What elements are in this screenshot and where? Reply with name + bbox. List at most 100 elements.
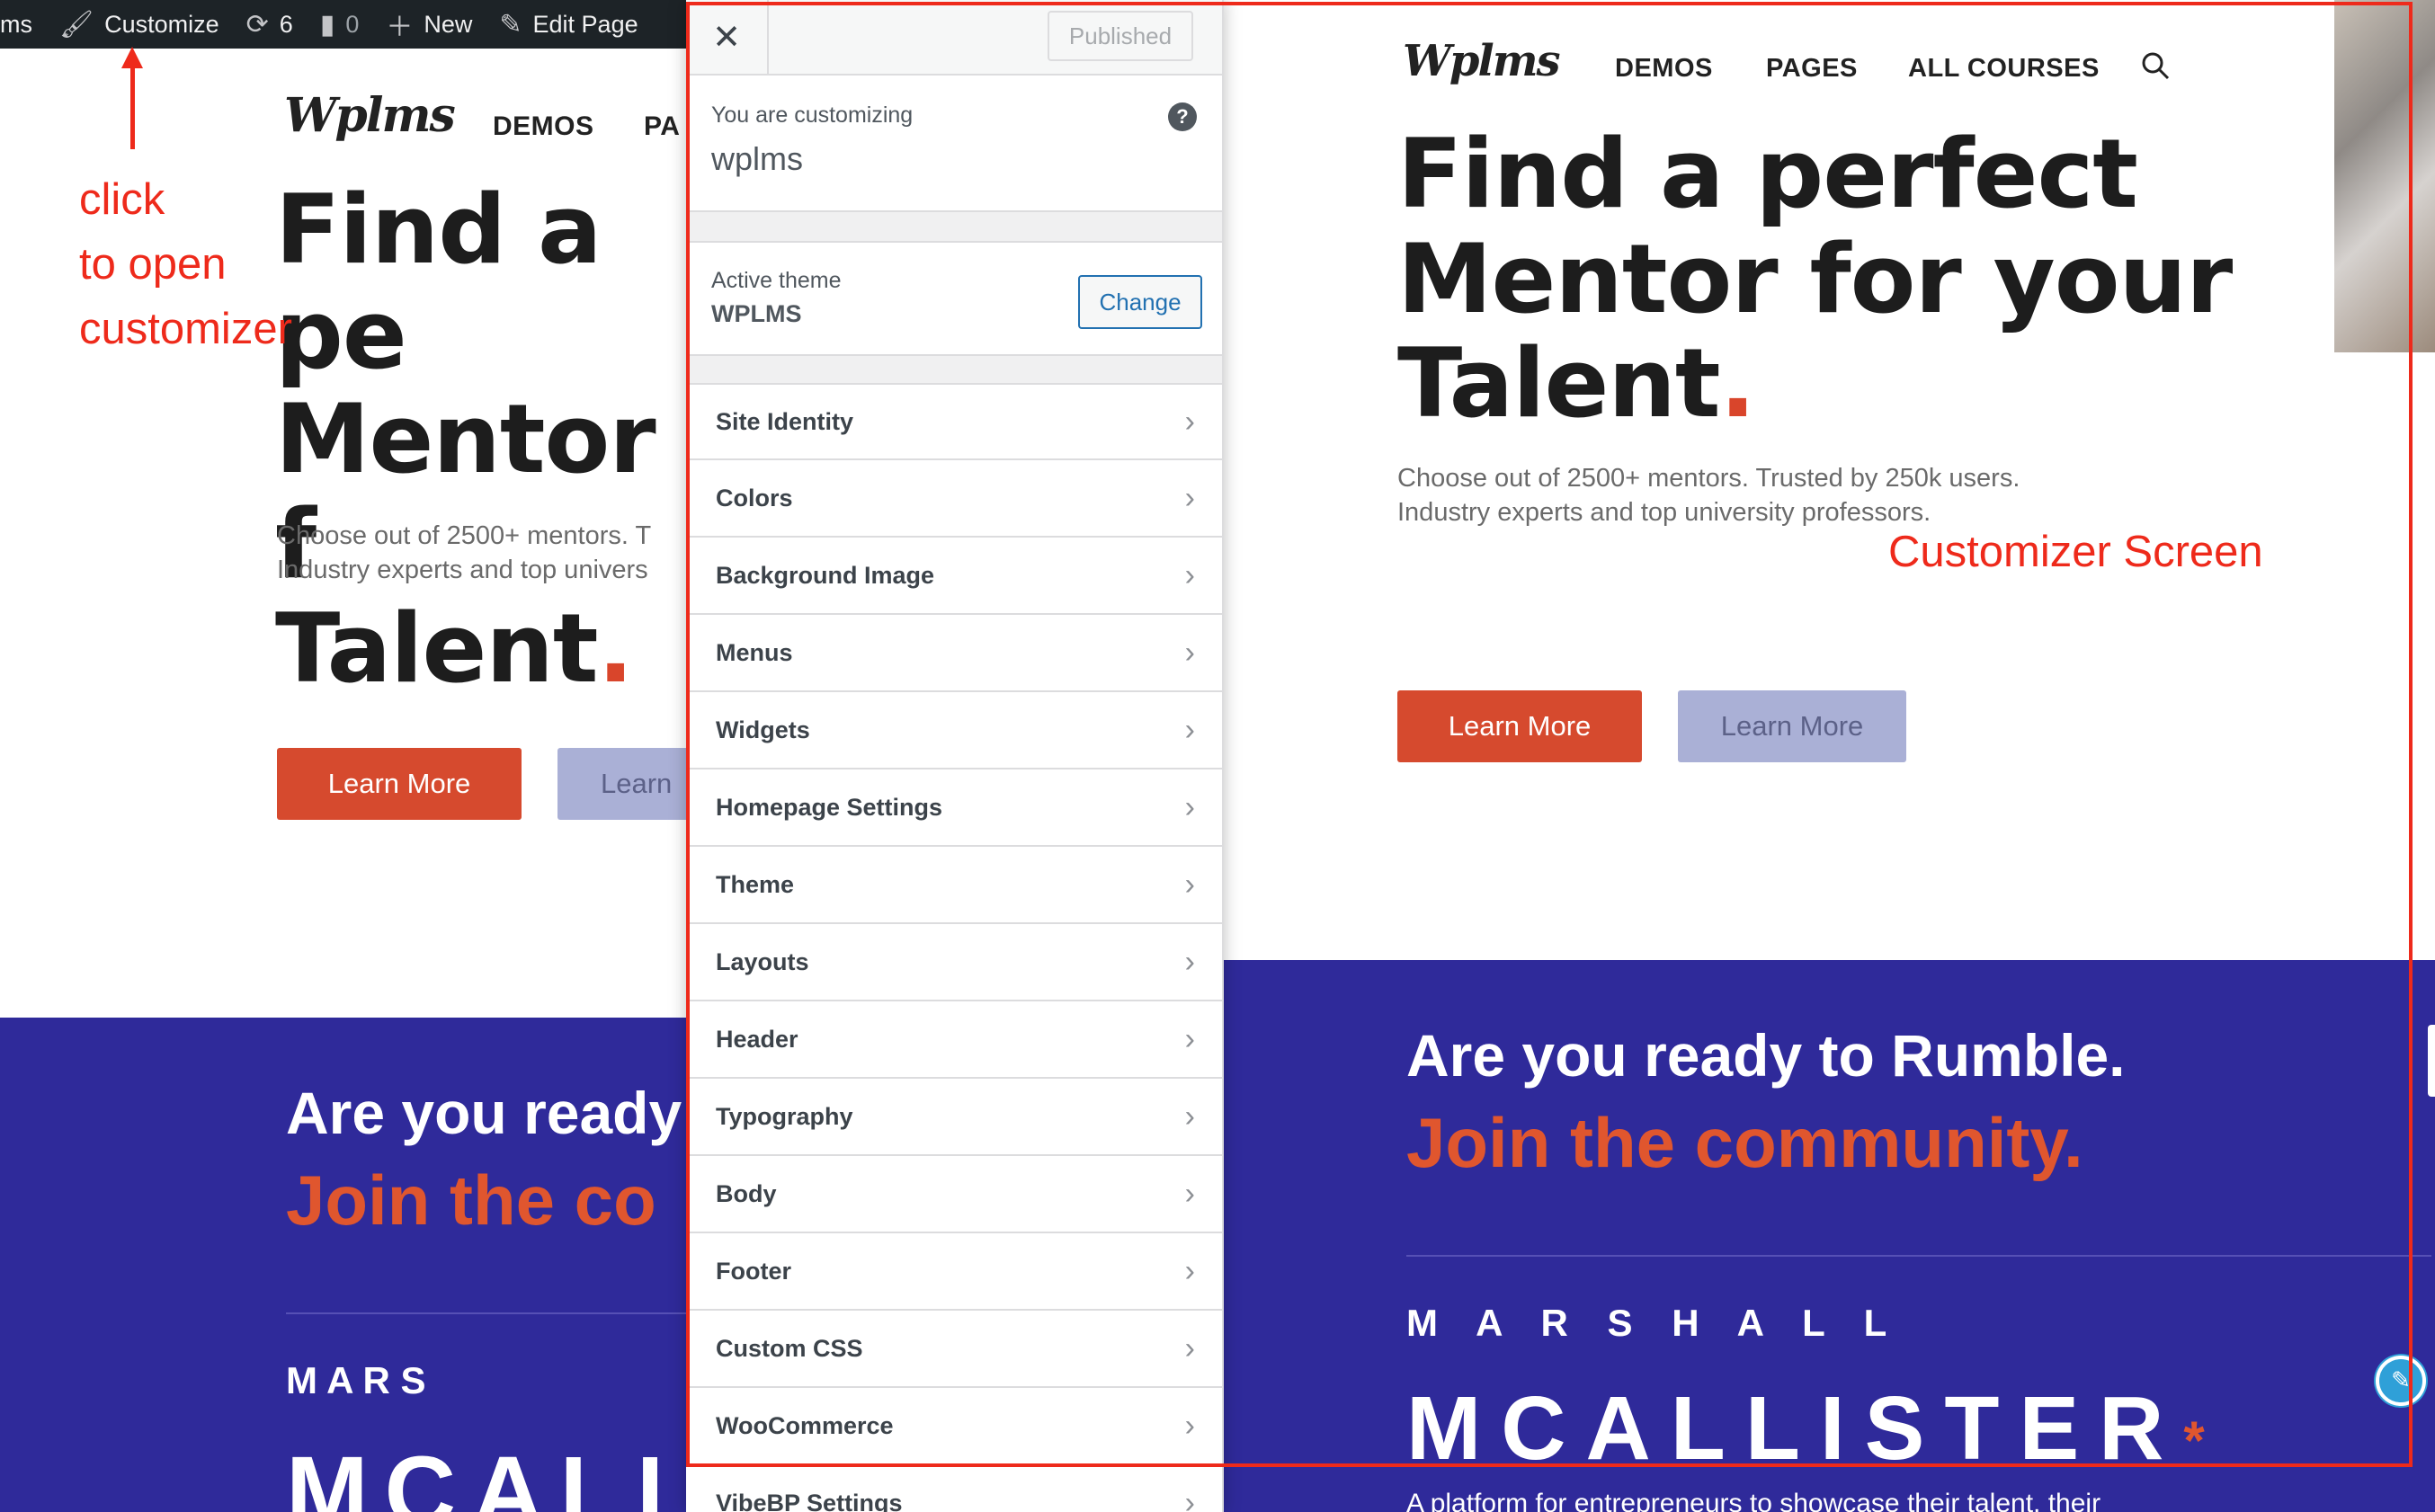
customizer-section-theme[interactable]: Theme › [686, 847, 1222, 924]
section-label: Header [716, 1025, 798, 1053]
bg-hero-title: Find a pe Mentor f Talent. [275, 178, 698, 702]
annotation-arrow-head [121, 47, 143, 68]
customizer-section-list: Site Identity › Colors › Background Image › Me… [686, 383, 1222, 1512]
customizer-section-typography[interactable]: Typography › [686, 1079, 1222, 1156]
annotation-customizer-screen: Customizer Screen [1888, 528, 2263, 576]
customizer-info: You are customizing wplms ? [686, 76, 1222, 212]
chevron-right-icon: › [1184, 1176, 1195, 1211]
preview-site-logo[interactable]: Wplms [1403, 36, 1561, 86]
customizer-section-homepage-settings[interactable]: Homepage Settings › [686, 769, 1222, 847]
customizer-section-footer[interactable]: Footer › [686, 1233, 1222, 1311]
bg-hero-dot: . [597, 593, 634, 702]
section-label: Typography [716, 1102, 853, 1130]
preview-hero-subtitle: Choose out of 2500+ mentors. Trusted by … [1397, 464, 2020, 527]
bg-hero-subtitle: Choose out of 2500+ mentors. T Industry … [277, 521, 652, 584]
section-label: Custom CSS [716, 1334, 863, 1362]
edit-page-link[interactable]: ✎ Edit Page [499, 9, 638, 40]
customize-label: Customize [104, 10, 219, 38]
bg-join-heading: Join the co [286, 1161, 656, 1240]
edit-label: Edit Page [532, 10, 638, 38]
preview-hero-photo [2334, 0, 2435, 352]
close-icon[interactable]: ✕ [686, 0, 769, 74]
bg-rumble-heading: Are you ready [286, 1080, 682, 1146]
chevron-right-icon: › [1184, 635, 1195, 670]
admin-bar-site[interactable]: ms [0, 11, 32, 39]
chevron-right-icon: › [1184, 944, 1195, 979]
section-label: Widgets [716, 716, 810, 743]
comment-icon: ▮ [319, 9, 335, 40]
customizer-header: ✕ Published [686, 0, 1222, 76]
section-label: Homepage Settings [716, 793, 943, 821]
chevron-right-icon: › [1184, 712, 1195, 747]
customizing-label: You are customizing [711, 102, 914, 128]
customizer-panel: ✕ Published You are customizing wplms ? … [686, 0, 1224, 1512]
updates-link[interactable]: ⟳ 6 [246, 9, 293, 40]
customizer-section-body[interactable]: Body › [686, 1156, 1222, 1233]
preview-mcallister-text: MCALLISTER* [1406, 1377, 2225, 1481]
preview-marshall-text: M A R S H A L L [1406, 1302, 1902, 1344]
chevron-right-icon: › [1184, 1021, 1195, 1056]
bg-nav-pages[interactable]: PA [644, 111, 680, 142]
customizer-section-vibebp-settings[interactable]: VibeBP Settings › [686, 1465, 1222, 1512]
customizer-section-layouts[interactable]: Layouts › [686, 924, 1222, 1001]
section-label: Body [716, 1179, 777, 1207]
active-theme-section: Active theme WPLMS Change [686, 241, 1222, 356]
chevron-right-icon: › [1184, 557, 1195, 592]
annotation-customizer: customizer [79, 305, 292, 353]
help-icon[interactable]: ? [1168, 102, 1197, 131]
preview-asterisk: * [2183, 1410, 2225, 1471]
section-label: Site Identity [716, 407, 854, 435]
preview-rumble-heading: Are you ready to Rumble. [1406, 1022, 2126, 1089]
customizer-section-widgets[interactable]: Widgets › [686, 692, 1222, 769]
comments-count: 0 [345, 10, 360, 38]
preview-nav-pages[interactable]: PAGES [1766, 54, 1858, 84]
comments-link[interactable]: ▮ 0 [320, 9, 360, 40]
chevron-right-icon: › [1184, 789, 1195, 824]
section-label: Footer [716, 1257, 791, 1285]
preview-tagline: A platform for entrepreneurs to showcase… [1406, 1489, 2101, 1512]
section-label: Menus [716, 638, 793, 666]
chevron-right-icon: › [1184, 1408, 1195, 1443]
admin-bar: ms 🖌 Customize ⟳ 6 ▮ 0 ＋ New ✎ Edit Page [0, 0, 701, 49]
published-button[interactable]: Published [1048, 11, 1193, 61]
customizer-section-custom-css[interactable]: Custom CSS › [686, 1311, 1222, 1388]
preview-divider [1406, 1255, 2431, 1257]
preview-learn-more-button[interactable]: Learn More [1397, 690, 1642, 762]
new-link[interactable]: ＋ New [386, 4, 472, 44]
bg-learn-more-secondary-button[interactable]: Learn [557, 748, 701, 820]
customizing-site-name: wplms [711, 140, 804, 177]
bg-learn-more-button[interactable]: Learn More [277, 748, 522, 820]
section-label: WooCommerce [716, 1411, 894, 1439]
chevron-right-icon: › [1184, 867, 1195, 902]
preview-nav-all-courses[interactable]: ALL COURSES [1908, 54, 2100, 84]
bg-marshall-text: M A R S [286, 1359, 426, 1401]
plus-icon: ＋ [386, 13, 414, 42]
customizer-section-site-identity[interactable]: Site Identity › [686, 383, 1222, 460]
annotation-arrow [130, 59, 135, 149]
bg-site-logo[interactable]: Wplms [284, 88, 456, 143]
bg-nav-demos[interactable]: DEMOS [493, 111, 594, 142]
preview-mcallister-word: MCALLISTER [1406, 1378, 2184, 1479]
active-theme-name: WPLMS [711, 300, 802, 327]
customizer-section-colors[interactable]: Colors › [686, 460, 1222, 538]
annotation-click: click [79, 175, 165, 224]
preview-learn-more-secondary-button[interactable]: Learn More [1678, 690, 1906, 762]
chevron-right-icon: › [1184, 1485, 1195, 1512]
section-label: Colors [716, 484, 793, 511]
bg-divider [286, 1312, 700, 1314]
customizer-section-woocommerce[interactable]: WooCommerce › [686, 1388, 1222, 1465]
customizer-section-menus[interactable]: Menus › [686, 615, 1222, 692]
annotation-to-open: to open [79, 240, 227, 289]
preview-hero-title-text: Find a perfect Mentor for your Talent [1397, 119, 2233, 440]
customizer-section-background-image[interactable]: Background Image › [686, 538, 1222, 615]
search-icon[interactable] [2140, 50, 2171, 81]
section-label: Theme [716, 870, 795, 898]
chevron-right-icon: › [1184, 404, 1195, 439]
change-theme-button[interactable]: Change [1078, 275, 1202, 329]
customize-link[interactable]: 🖌 Customize [59, 9, 219, 40]
site-name-fragment: ms [0, 10, 32, 38]
edit-shortcut-pencil-icon[interactable]: ✎ [2376, 1356, 2426, 1406]
customizer-section-header[interactable]: Header › [686, 1001, 1222, 1079]
new-label: New [424, 10, 473, 38]
preview-nav-demos[interactable]: DEMOS [1615, 54, 1713, 84]
